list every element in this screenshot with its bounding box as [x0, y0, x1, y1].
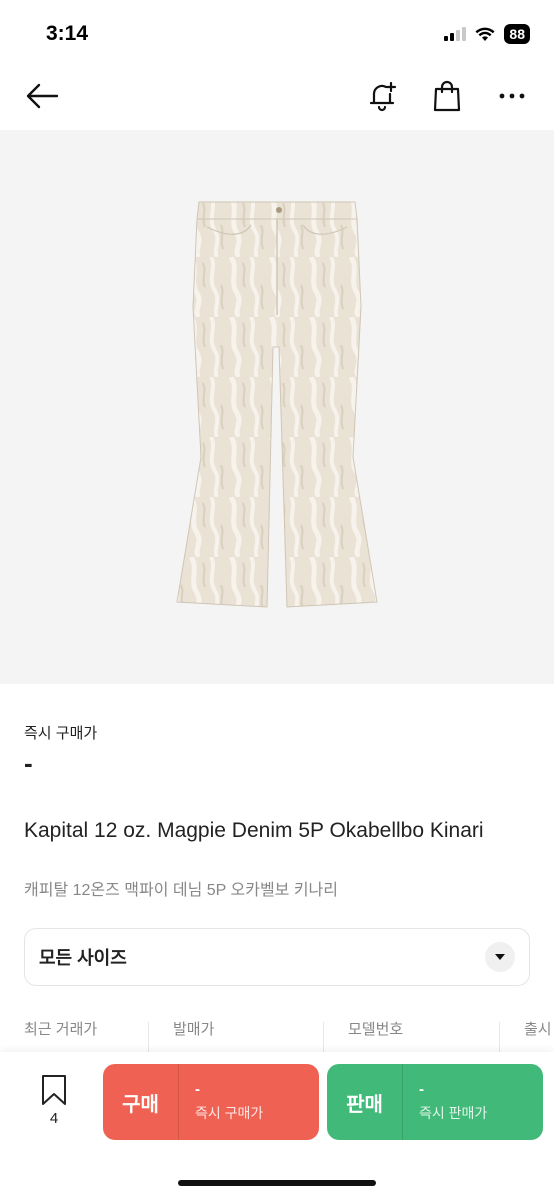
- home-indicator[interactable]: [178, 1180, 376, 1186]
- status-time: 3:14: [46, 22, 89, 45]
- bookmark-icon: [42, 1075, 66, 1105]
- divider: [148, 1022, 149, 1052]
- back-button[interactable]: [22, 76, 62, 116]
- more-options-button[interactable]: [492, 76, 532, 116]
- chevron-down-icon: [485, 942, 515, 972]
- status-bar: 3:14 88: [0, 0, 554, 62]
- info-release-date: 출시: [524, 1018, 552, 1052]
- sell-price: -: [419, 1081, 424, 1098]
- product-title-en: Kapital 12 oz. Magpie Denim 5P Okabellbo…: [24, 819, 484, 842]
- instant-price-value: -: [24, 748, 33, 778]
- top-nav: [0, 62, 554, 130]
- info-label: 발매가: [173, 1021, 215, 1038]
- size-select[interactable]: 모든 사이즈: [24, 928, 530, 986]
- product-info-row: 최근 거래가 발매가 모델번호 출시: [0, 1018, 554, 1052]
- divider: [499, 1022, 500, 1052]
- info-recent-trade: 최근 거래가: [24, 1018, 97, 1052]
- divider: [323, 1022, 324, 1052]
- battery-icon: 88: [504, 24, 530, 44]
- bookmark-count: 4: [49, 1110, 59, 1127]
- info-label: 출시: [524, 1021, 552, 1038]
- buy-sub-label: 즉시 구매가: [195, 1105, 264, 1121]
- instant-price-label: 즉시 구매가: [24, 725, 98, 742]
- sell-button[interactable]: 판매 - 즉시 판매가: [327, 1064, 543, 1140]
- size-select-label: 모든 사이즈: [39, 948, 127, 968]
- info-model-number: 모델번호: [348, 1018, 403, 1052]
- back-arrow-icon: [26, 83, 59, 109]
- more-dots-icon: [499, 93, 525, 99]
- shopping-bag-icon: [433, 80, 461, 112]
- info-label: 최근 거래가: [24, 1021, 98, 1038]
- sell-sub-label: 즉시 판매가: [419, 1105, 488, 1121]
- signal-icon: [444, 27, 467, 41]
- shopping-bag-button[interactable]: [427, 76, 467, 116]
- bookmark-button[interactable]: 4: [32, 1074, 76, 1134]
- status-icons: 88: [444, 24, 530, 44]
- bell-plus-icon: [369, 81, 397, 112]
- wifi-icon: [475, 27, 495, 41]
- bottom-action-bar: 4 구매 - 즉시 구매가 판매 - 즉시 판매가: [0, 1052, 554, 1200]
- buy-price: -: [195, 1081, 200, 1098]
- sell-label: 판매: [327, 1064, 403, 1140]
- notification-add-button[interactable]: [362, 76, 402, 116]
- product-title-ko: 캐피탈 12온즈 맥파이 데님 5P 오카벨보 키나리: [24, 882, 338, 899]
- jeans-illustration: [176, 201, 378, 608]
- buy-label: 구매: [103, 1064, 179, 1140]
- product-image[interactable]: [0, 130, 554, 684]
- info-label: 모델번호: [348, 1021, 404, 1038]
- buy-button[interactable]: 구매 - 즉시 구매가: [103, 1064, 319, 1140]
- info-release-price: 발매가: [173, 1018, 214, 1052]
